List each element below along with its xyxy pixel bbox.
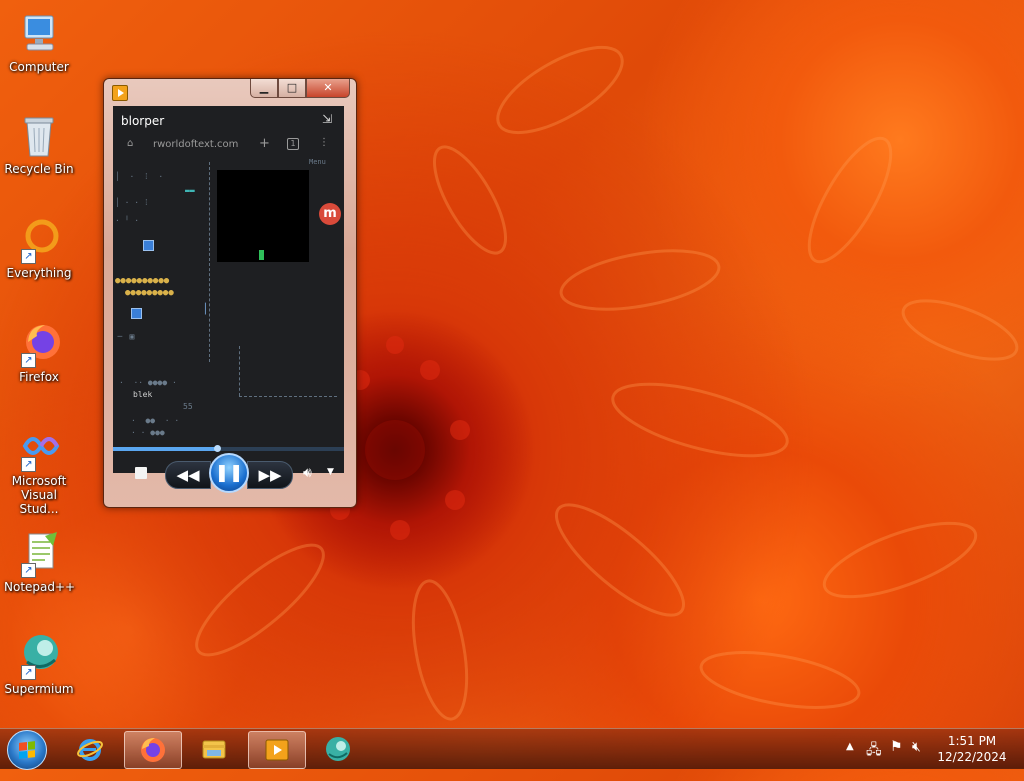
recycle-bin-icon	[15, 112, 63, 160]
desktop-icon-label: Microsoft Visual Stud...	[11, 474, 67, 516]
taskbar-firefox[interactable]	[124, 731, 182, 769]
video-dash-line	[239, 396, 337, 397]
desktop-icon-firefox[interactable]: ↗ Firefox	[4, 320, 74, 384]
taskbar: ▲ 🖧︎ ⚑ 🔇︎ 1:51 PM 12/22/2024	[0, 728, 1024, 770]
taskbar-internet-explorer[interactable]	[62, 731, 118, 767]
internet-explorer-icon	[77, 739, 103, 761]
video-glyphs: · · ●●●	[131, 428, 165, 437]
shortcut-arrow-icon: ↗	[21, 353, 36, 368]
seek-bar[interactable]	[113, 445, 344, 452]
video-m-logo: m	[319, 203, 341, 225]
video-address-bar: ⌂ rworldoftext.com + 1 ⋮	[119, 136, 338, 154]
network-icon[interactable]: 🖧︎	[866, 739, 882, 779]
taskbar-supermium[interactable]	[310, 731, 366, 767]
caption-buttons: ▁ □ ✕	[250, 79, 350, 98]
desktop-icon-label: Notepad++	[4, 580, 76, 594]
media-player-icon	[265, 739, 289, 761]
visual-studio-icon: ↗	[15, 424, 63, 472]
desktop-icon-label: Supermium	[4, 682, 74, 696]
video-glyphs: · ·· ●●●● ·	[119, 378, 177, 387]
video-glyphs: · ●● · ·	[131, 416, 180, 425]
video-green-bar	[259, 250, 264, 260]
tabs-icon: 1	[287, 138, 299, 150]
pause-button[interactable]: ❚❚	[209, 453, 249, 493]
kebab-menu-icon: ⋮	[319, 137, 329, 148]
video-glyphs: ▬▬	[185, 186, 195, 195]
video-blue-icon	[143, 240, 154, 251]
video-area[interactable]: blorper ⇲ ⌂ rworldoftext.com + 1 ⋮ Menu …	[113, 106, 344, 473]
video-menu-text: Menu	[309, 158, 326, 166]
pause-icon: ❚❚	[214, 463, 244, 483]
video-title: blorper	[121, 114, 165, 128]
supermium-icon	[326, 737, 350, 761]
maximize-button[interactable]: □	[278, 79, 306, 98]
video-glyphs: │ · · ⁞	[115, 198, 149, 207]
rewind-icon: ◀◀	[176, 466, 200, 484]
rewind-button[interactable]: ◀◀	[165, 461, 211, 489]
firefox-icon	[141, 738, 165, 762]
desktop-icon-supermium[interactable]: ↗ Supermium	[4, 632, 74, 696]
volume-muted-icon[interactable]: 🔇︎	[912, 739, 921, 779]
plus-icon: +	[259, 136, 270, 151]
shortcut-arrow-icon: ↗	[21, 457, 36, 472]
show-hidden-icons-button[interactable]: ▲	[846, 741, 854, 781]
media-player-icon	[112, 85, 128, 101]
clock-time: 1:51 PM	[947, 734, 997, 748]
desktop-icon-notepadpp[interactable]: ↗ Notepad++	[4, 530, 76, 594]
media-player-window[interactable]: ▁ □ ✕ blorper ⇲ ⌂ rworldoftext.com + 1 ⋮…	[103, 78, 357, 508]
video-dash-line	[209, 162, 210, 362]
fast-forward-button[interactable]: ▶▶	[247, 461, 293, 489]
video-glyphs: ●●●●●●●●●	[125, 288, 174, 298]
video-url: rworldoftext.com	[153, 139, 239, 150]
shortcut-arrow-icon: ↗	[21, 249, 36, 264]
video-glyphs: ●●●●●●●●●●	[115, 276, 170, 286]
desktop-icon-label: Everything	[6, 266, 72, 280]
desktop-icon-label: Computer	[9, 60, 69, 74]
volume-dropdown-icon[interactable]: ▼	[327, 467, 334, 477]
clock-date: 12/22/2024	[937, 750, 1007, 764]
desktop-icon-computer[interactable]: Computer	[4, 10, 74, 74]
taskbar-clock[interactable]: 1:51 PM 12/22/2024	[928, 733, 1016, 765]
window-title-bar[interactable]: ▁ □ ✕	[104, 79, 356, 105]
desktop-icon-recycle-bin[interactable]: Recycle Bin	[4, 112, 74, 176]
firefox-icon: ↗	[15, 320, 63, 368]
pip-icon[interactable]: ⇲	[322, 112, 336, 126]
video-blue-icon	[131, 308, 142, 319]
video-dash-line	[239, 346, 240, 396]
home-icon: ⌂	[127, 138, 134, 149]
everything-icon: ↗	[15, 216, 63, 264]
desktop-icon-label: Firefox	[19, 370, 59, 384]
seek-progress	[113, 447, 217, 451]
video-glyphs: ╶╴ ▣	[115, 332, 135, 341]
action-center-flag-icon[interactable]: ⚑	[890, 739, 903, 779]
desktop-icon-visual-studio[interactable]: ↗ Microsoft Visual Stud...	[4, 424, 74, 516]
supermium-icon: ↗	[15, 632, 63, 680]
player-controls: ◀◀ ▶▶ ❚❚ 🔊︎ ▼	[113, 453, 344, 495]
notepadpp-icon: ↗	[15, 530, 63, 578]
fast-forward-icon: ▶▶	[258, 466, 282, 484]
taskbar-media-player[interactable]	[248, 731, 306, 769]
video-glyphs: ▏	[205, 304, 212, 315]
video-text-blek: blek	[133, 390, 153, 399]
desktop-icon-everything[interactable]: ↗ Everything	[4, 216, 74, 280]
shortcut-arrow-icon: ↗	[21, 665, 36, 680]
video-text-55: 55	[183, 402, 193, 411]
file-explorer-icon	[202, 740, 226, 759]
seek-handle[interactable]	[213, 445, 221, 452]
start-button[interactable]	[7, 730, 47, 770]
video-black-box	[217, 170, 309, 262]
computer-icon	[15, 10, 63, 58]
stop-button[interactable]	[135, 467, 147, 479]
video-glyphs: │ · ⁞ ·	[115, 172, 164, 181]
close-button[interactable]: ✕	[306, 79, 350, 98]
desktop-icon-label: Recycle Bin	[4, 162, 74, 176]
volume-icon: 🔊︎	[303, 465, 312, 481]
taskbar-file-explorer[interactable]	[186, 731, 242, 767]
volume-button[interactable]: 🔊︎	[303, 465, 312, 481]
video-glyphs: · ╵ ·	[115, 216, 140, 225]
minimize-button[interactable]: ▁	[250, 79, 278, 98]
shortcut-arrow-icon: ↗	[21, 563, 36, 578]
windows-logo-icon	[19, 741, 35, 759]
